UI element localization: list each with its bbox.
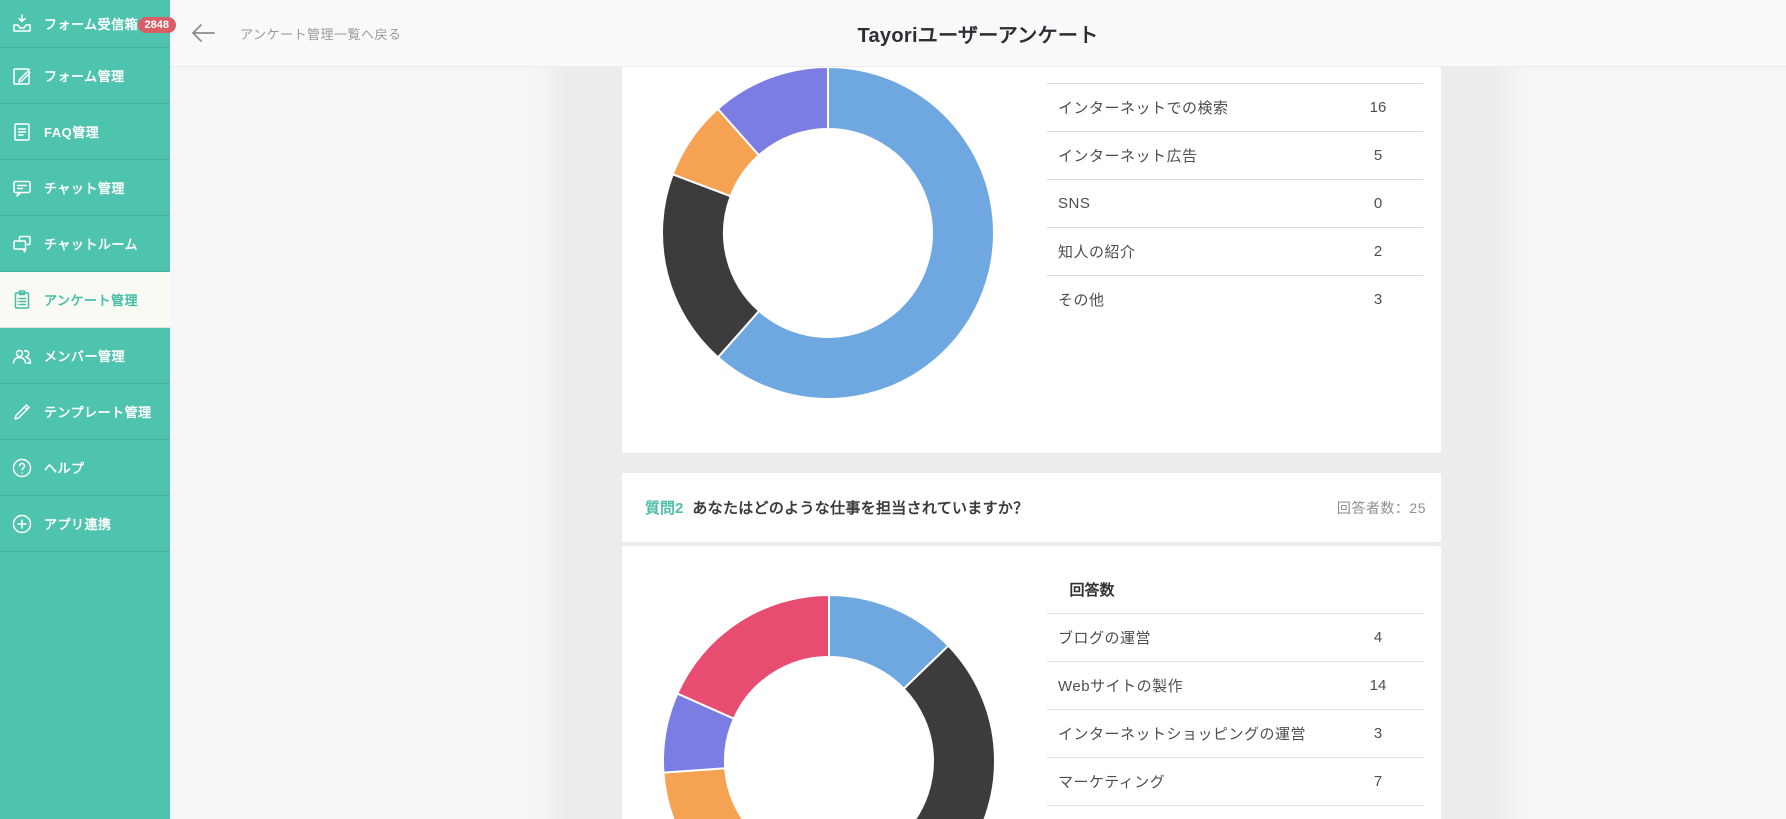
sidebar-item-members-manage[interactable]: メンバー管理 <box>0 328 170 384</box>
sidebar: フォーム受信箱 2848 フォーム管理 FAQ管理 チャット管理 チャットルーム… <box>0 0 170 819</box>
sidebar-item-label: フォーム受信箱 <box>44 14 138 33</box>
question-number-label: 質問2 <box>645 497 683 518</box>
sidebar-item-label: メンバー管理 <box>44 346 125 365</box>
sidebar-item-app-link[interactable]: アプリ連携 <box>0 496 170 552</box>
sidebar-item-label: ヘルプ <box>44 458 85 477</box>
question2-card: 回答数 ブログの運営 4 Webサイトの製作 14 インターネットショッピングの… <box>622 546 1441 819</box>
sidebar-item-form-inbox[interactable]: フォーム受信箱 2848 <box>0 0 170 48</box>
sidebar-item-survey-manage[interactable]: アンケート管理 <box>0 272 170 328</box>
table-row: その他 3 <box>1047 275 1423 323</box>
table-row: ブログの運営 4 <box>1047 613 1423 661</box>
question1-donut-chart <box>661 67 995 405</box>
question1-answer-table: インターネットでの検索 16 インターネット広告 5 SNS 0 知人の紹介 2… <box>1047 83 1423 323</box>
question1-card: インターネットでの検索 16 インターネット広告 5 SNS 0 知人の紹介 2… <box>622 67 1441 453</box>
chat-icon <box>10 176 34 200</box>
help-icon <box>10 456 34 480</box>
respondents-count: 回答者数：25 <box>1337 498 1426 518</box>
table-row: インターネット広告 5 <box>1047 131 1423 179</box>
inbox-count-badge: 2848 <box>138 17 176 33</box>
table-row: マーケティング 7 <box>1047 757 1423 805</box>
back-button[interactable]: アンケート管理一覧へ戻る <box>190 0 401 66</box>
sidebar-item-chat-manage[interactable]: チャット管理 <box>0 160 170 216</box>
table-row: Webサイトの製作 14 <box>1047 661 1423 709</box>
sidebar-item-label: アプリ連携 <box>44 514 112 533</box>
sidebar-item-label: FAQ管理 <box>44 122 99 141</box>
header: Tayoriユーザーアンケート アンケート管理一覧へ戻る <box>170 0 1786 67</box>
inbox-icon <box>10 12 34 36</box>
table-header-row: 回答数 <box>1047 566 1423 613</box>
plus-circle-icon <box>10 512 34 536</box>
faq-icon <box>10 120 34 144</box>
question-text: あなたはどのような仕事を担当されていますか？ <box>692 497 1337 518</box>
survey-results-content: インターネットでの検索 16 インターネット広告 5 SNS 0 知人の紹介 2… <box>170 67 1786 819</box>
question2-donut-chart <box>662 594 996 819</box>
sidebar-item-help[interactable]: ヘルプ <box>0 440 170 496</box>
question2-answer-table: 回答数 ブログの運営 4 Webサイトの製作 14 インターネットショッピングの… <box>1047 566 1423 819</box>
members-icon <box>10 344 34 368</box>
sidebar-item-form-manage[interactable]: フォーム管理 <box>0 48 170 104</box>
answer-count-header: 回答数 <box>1047 579 1137 600</box>
sidebar-item-label: テンプレート管理 <box>44 402 152 421</box>
sidebar-item-label: チャット管理 <box>44 178 125 197</box>
page-title: Tayoriユーザーアンケート <box>170 0 1786 66</box>
sidebar-item-label: アンケート管理 <box>44 290 138 309</box>
chat-room-icon <box>10 232 34 256</box>
question2-header-card: 質問2 あなたはどのような仕事を担当されていますか？ 回答者数：25 <box>622 473 1441 542</box>
form-edit-icon <box>10 64 34 88</box>
sidebar-item-template-manage[interactable]: テンプレート管理 <box>0 384 170 440</box>
back-button-label: アンケート管理一覧へ戻る <box>240 24 401 43</box>
template-icon <box>10 400 34 424</box>
survey-icon <box>10 288 34 312</box>
table-row: 知人の紹介 2 <box>1047 227 1423 275</box>
sidebar-item-label: フォーム管理 <box>44 66 125 85</box>
table-row: SNS 0 <box>1047 179 1423 227</box>
table-row <box>1047 805 1423 819</box>
table-row: インターネットショッピングの運営 3 <box>1047 709 1423 757</box>
sidebar-item-label: チャットルーム <box>44 234 138 253</box>
sidebar-item-chat-room[interactable]: チャットルーム <box>0 216 170 272</box>
sidebar-item-faq-manage[interactable]: FAQ管理 <box>0 104 170 160</box>
back-arrow-icon <box>190 23 216 43</box>
survey-results-panel: インターネットでの検索 16 インターネット広告 5 SNS 0 知人の紹介 2… <box>570 67 1490 819</box>
table-row: インターネットでの検索 16 <box>1047 83 1423 131</box>
